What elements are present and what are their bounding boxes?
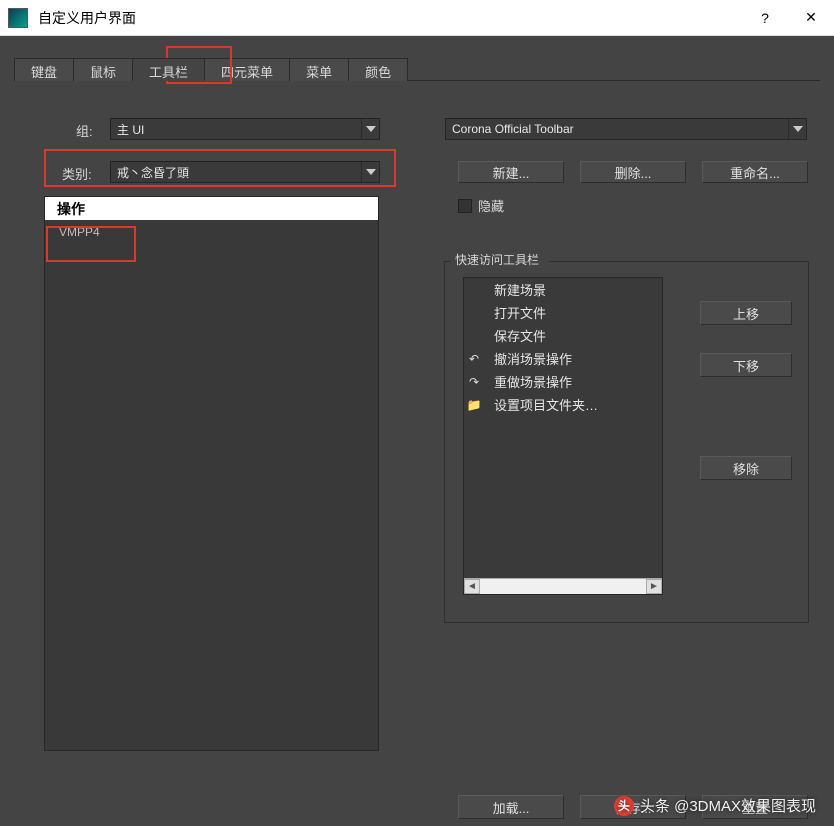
qa-label: 设置项目文件夹… [494, 395, 598, 414]
load-button[interactable]: 加载... [458, 795, 564, 819]
qa-item[interactable]: 📁 设置项目文件夹… [464, 393, 662, 416]
app-icon [8, 8, 28, 28]
btn-label: 加载... [493, 798, 530, 817]
action-label: VMPP4 [59, 225, 100, 239]
blank-icon [466, 282, 482, 298]
actions-header: 操作 [45, 197, 378, 220]
action-item[interactable]: VMPP4 [45, 220, 378, 244]
help-button[interactable]: ? [742, 2, 788, 34]
blank-icon [466, 305, 482, 321]
undo-icon: ↶ [466, 351, 482, 367]
client-area: 键盘 鼠标 工具栏 四元菜单 菜单 颜色 组: 主 UI 类别: 戒丶念昏了頭 … [0, 36, 834, 826]
watermark-text: 头条 @3DMAX效果图表现 [640, 795, 816, 816]
checkbox-box-icon [458, 199, 472, 213]
qa-item[interactable]: 新建场景 [464, 278, 662, 301]
btn-label: 下移 [733, 356, 759, 375]
hide-checkbox[interactable]: 隐藏 [458, 196, 504, 215]
scroll-track[interactable] [480, 579, 646, 594]
scroll-left-button[interactable]: ◄ [464, 579, 480, 594]
scroll-right-button[interactable]: ► [646, 579, 662, 594]
actions-list[interactable]: 操作 VMPP4 [44, 196, 379, 751]
close-button[interactable]: ✕ [788, 2, 834, 34]
quick-access-list[interactable]: 新建场景 打开文件 保存文件 ↶ 撤消场景操作 ↷ 重做场景操作 📁 设置项目文件夹…… [463, 277, 663, 595]
tab-colors[interactable]: 颜色 [348, 58, 408, 81]
horizontal-scrollbar[interactable]: ◄ ► [464, 578, 662, 594]
tab-label: 工具栏 [149, 65, 188, 80]
group-value: 主 UI [117, 121, 144, 138]
tab-mouse[interactable]: 鼠标 [73, 58, 133, 81]
quick-access-group: 快速访问工具栏 新建场景 打开文件 保存文件 ↶撤消场景操作 ↷重做场景操作 📁… [444, 261, 809, 623]
btn-label: 新建... [493, 163, 530, 182]
move-down-button[interactable]: 下移 [700, 353, 792, 377]
redo-icon: ↷ [466, 374, 482, 390]
chevron-down-icon [361, 162, 379, 182]
category-select[interactable]: 戒丶念昏了頭 [110, 161, 380, 183]
rename-button[interactable]: 重命名... [702, 161, 808, 183]
tab-label: 键盘 [31, 65, 57, 80]
qa-label: 新建场景 [494, 280, 546, 299]
tab-quads[interactable]: 四元菜单 [204, 58, 290, 81]
group-select[interactable]: 主 UI [110, 118, 380, 140]
tab-menus[interactable]: 菜单 [289, 58, 349, 81]
watermark-icon: 头 [614, 796, 634, 816]
new-button[interactable]: 新建... [458, 161, 564, 183]
toolbar-value: Corona Official Toolbar [452, 122, 574, 136]
btn-label: 移除 [733, 459, 759, 478]
qa-item[interactable]: ↶ 撤消场景操作 [464, 347, 662, 370]
checkbox-label: 隐藏 [478, 196, 504, 215]
btn-label: 重命名... [730, 163, 780, 182]
qa-label: 打开文件 [494, 303, 546, 322]
titlebar: 自定义用户界面 ? ✕ [0, 0, 834, 36]
category-label: 类别: [62, 164, 92, 183]
tab-toolbars[interactable]: 工具栏 [132, 58, 205, 81]
tab-strip: 键盘 鼠标 工具栏 四元菜单 菜单 颜色 [14, 58, 820, 81]
btn-label: 删除... [615, 163, 652, 182]
remove-button[interactable]: 移除 [700, 456, 792, 480]
btn-label: 上移 [733, 304, 759, 323]
chevron-down-icon [361, 119, 379, 139]
quick-access-title: 快速访问工具栏 [453, 251, 541, 268]
qa-item[interactable]: 打开文件 [464, 301, 662, 324]
delete-button[interactable]: 删除... [580, 161, 686, 183]
tab-label: 鼠标 [90, 65, 116, 80]
watermark: 头 头条 @3DMAX效果图表现 [614, 795, 816, 816]
chevron-down-icon [788, 119, 806, 139]
qa-label: 重做场景操作 [494, 372, 572, 391]
qa-item[interactable]: ↷ 重做场景操作 [464, 370, 662, 393]
folder-icon: 📁 [466, 397, 482, 413]
move-up-button[interactable]: 上移 [700, 301, 792, 325]
blank-icon [466, 328, 482, 344]
tab-label: 菜单 [306, 65, 332, 80]
group-label: 组: [76, 121, 93, 140]
tab-label: 颜色 [365, 65, 391, 80]
qa-label: 保存文件 [494, 326, 546, 345]
category-value: 戒丶念昏了頭 [117, 164, 189, 181]
tab-label: 四元菜单 [221, 65, 273, 80]
window-title: 自定义用户界面 [38, 8, 742, 28]
toolbar-select[interactable]: Corona Official Toolbar [445, 118, 807, 140]
qa-label: 撤消场景操作 [494, 349, 572, 368]
qa-item[interactable]: 保存文件 [464, 324, 662, 347]
tab-keyboard[interactable]: 键盘 [14, 58, 74, 81]
